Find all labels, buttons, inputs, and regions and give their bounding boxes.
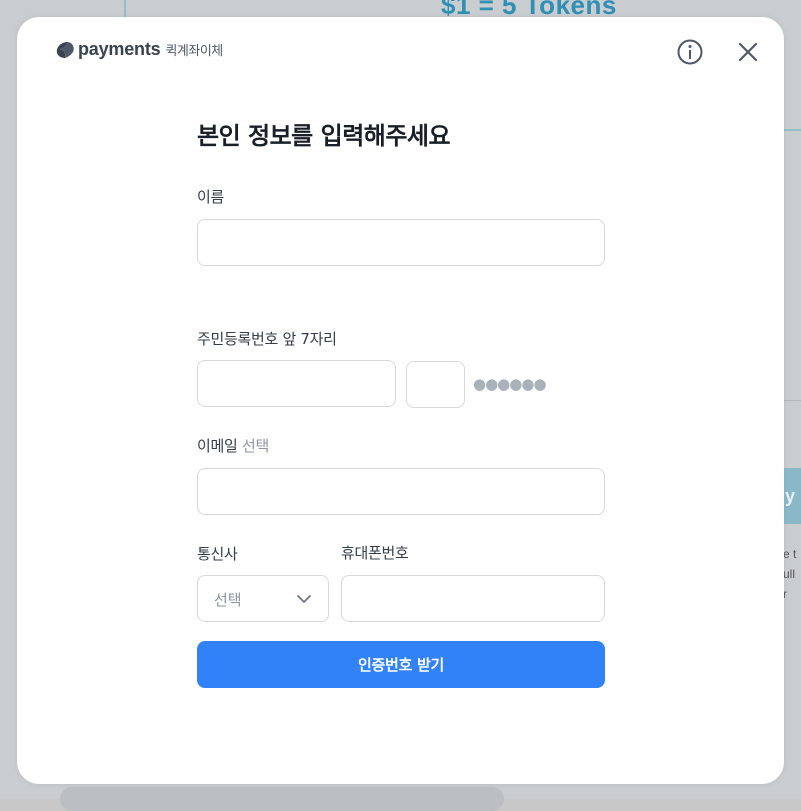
brand-subtitle: 퀵계좌이체 [165,44,223,59]
background-divider [124,0,126,18]
background-divider [783,129,801,131]
carrier-selected-value: 선택 [214,591,242,609]
background-button: y [783,468,801,524]
brand: payments 퀵계좌이체 [54,39,223,60]
optional-tag: 선택 [241,437,269,455]
rrn-masked-digits: ●●●●●● [473,375,547,393]
background-text-line: e t [783,547,797,561]
info-icon [677,39,703,65]
payment-modal: payments 퀵계좌이체 본인 정보를 입력해주세요 이름 주민등록번호 앞… [17,17,784,784]
name-field[interactable] [197,219,605,266]
phone-label: 휴대폰번호 [341,544,409,562]
close-button[interactable] [733,37,763,67]
background-text: e t ull r [783,544,801,604]
phone-field[interactable] [341,575,605,622]
email-label: 이메일 선택 [197,435,269,456]
email-field[interactable] [197,468,605,515]
page-title: 본인 정보를 입력해주세요 [197,122,451,150]
background-text-line: ull r [783,567,796,601]
payments-logo-icon [56,41,74,58]
carrier-label: 통신사 [197,545,238,563]
background-pill [60,787,504,811]
email-label-text: 이메일 [197,437,238,455]
carrier-select[interactable]: 선택 [197,575,329,622]
chevron-down-icon [297,595,311,603]
rrn-front-field[interactable] [197,360,396,407]
close-icon [738,42,758,62]
name-label: 이름 [197,188,225,206]
rrn-digit-field[interactable] [406,361,465,408]
brand-name: payments [78,39,161,59]
send-verification-button[interactable]: 인증번호 받기 [197,641,605,688]
rrn-label: 주민등록번호 앞 7자리 [197,330,337,348]
info-button[interactable] [675,37,705,67]
